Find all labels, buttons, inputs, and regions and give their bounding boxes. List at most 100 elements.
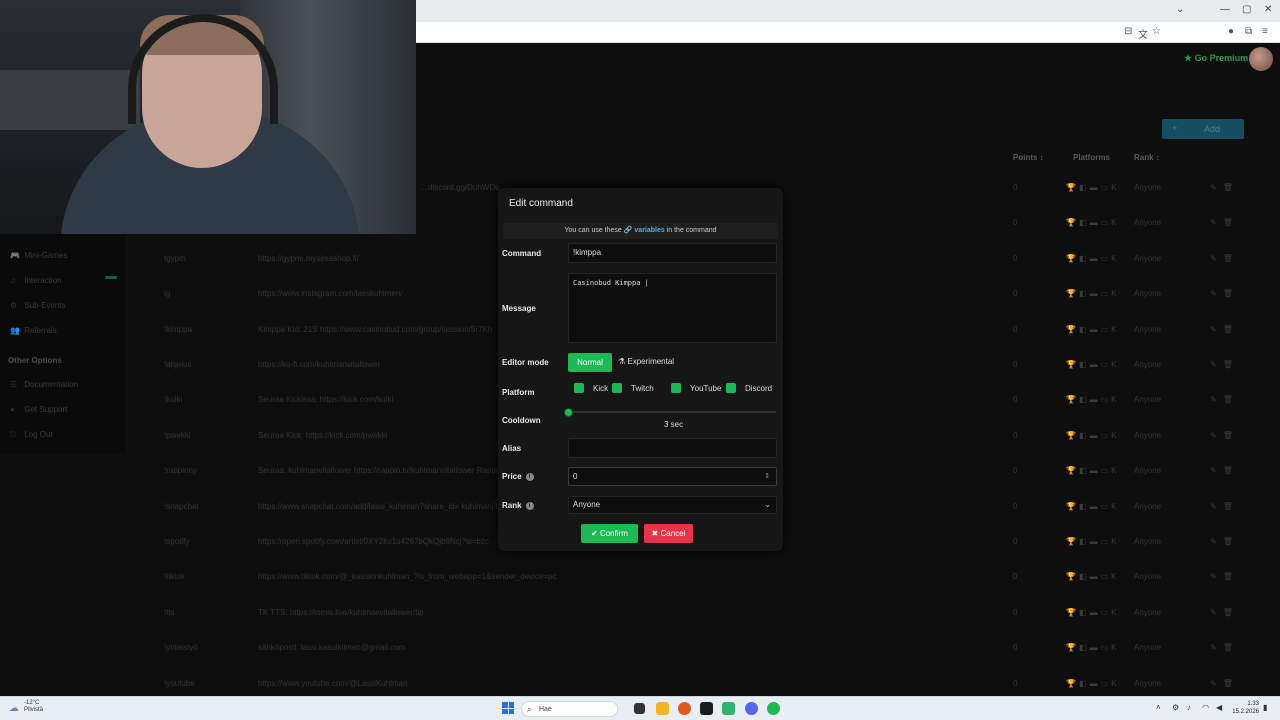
add-command-button[interactable]: + Add — [1162, 119, 1244, 139]
sidebar-item-label: Mini-Games — [24, 251, 68, 260]
cooldown-slider-thumb[interactable] — [564, 408, 573, 417]
sidebar-item-log-out[interactable]: ⎋ Log Out — [10, 430, 53, 440]
profile-icon[interactable]: ● — [1228, 26, 1234, 37]
trash-icon[interactable]: 🗑 — [1223, 325, 1239, 334]
edit-icon[interactable]: ✎ — [1210, 643, 1223, 652]
weather-widget[interactable]: -12°C Pilvistä — [24, 700, 43, 714]
mode-experimental-button[interactable]: ⚗ Experimental — [618, 357, 674, 366]
sidebar-item-interaction[interactable]: ♫ Interaction — [10, 276, 62, 285]
command-input[interactable]: !kimppa — [568, 243, 777, 263]
sidebar-item-mini-games[interactable]: 🎮 Mini-Games — [10, 251, 67, 260]
terminal-icon[interactable] — [700, 702, 713, 715]
sidebar-item-get-support[interactable]: ● Get Support — [10, 405, 67, 414]
tab-list-chevron-icon[interactable]: ⌄ — [1176, 4, 1184, 15]
platform-youtube-checkbox[interactable]: YouTube — [671, 383, 721, 393]
cancel-button[interactable]: ✖ Cancel — [644, 524, 693, 543]
edit-icon[interactable]: ✎ — [1210, 325, 1223, 334]
trash-icon[interactable]: 🗑 — [1223, 608, 1239, 617]
edit-icon[interactable]: ✎ — [1210, 466, 1223, 475]
price-input[interactable]: 0 ⇕ — [568, 467, 777, 486]
trash-icon[interactable]: 🗑 — [1223, 572, 1239, 581]
add-label: Add — [1204, 124, 1221, 134]
info-icon[interactable]: i — [525, 502, 534, 510]
trash-icon[interactable]: 🗑 — [1223, 360, 1239, 369]
row-actions: ✎🗑 — [1210, 289, 1239, 298]
edit-icon[interactable]: ✎ — [1210, 679, 1223, 688]
edit-icon[interactable]: ✎ — [1210, 183, 1223, 192]
rank-selected-value: Anyone — [573, 500, 601, 509]
header-rank[interactable]: Rank ↕ — [1134, 153, 1160, 162]
edit-icon[interactable]: ✎ — [1210, 608, 1223, 617]
trash-icon[interactable]: 🗑 — [1223, 643, 1239, 652]
price-value: 0 — [573, 472, 578, 481]
trash-icon[interactable]: 🗑 — [1223, 254, 1239, 263]
app-icon[interactable] — [722, 702, 735, 715]
confirm-button[interactable]: ✔ Confirm — [581, 524, 638, 543]
go-premium-link[interactable]: ★ Go Premium — [1184, 53, 1248, 64]
table-row[interactable]: !tts TK TTS: https://tomis.live/kuhlmanvi… — [0, 595, 1280, 630]
trash-icon[interactable]: 🗑 — [1223, 466, 1239, 475]
command-points: 0 — [1013, 395, 1018, 405]
taskbar-search[interactable]: ⌕ Hae — [521, 701, 618, 717]
row-actions: ✎🗑 — [1210, 537, 1239, 546]
sidebar-item-documentation[interactable]: ☰ Documentation — [10, 380, 78, 389]
sidebar-item-sub-events[interactable]: ⚙ Sub-Events — [10, 301, 66, 310]
info-icon[interactable]: i — [525, 473, 534, 481]
spotify-icon[interactable] — [767, 702, 780, 715]
task-view-icon[interactable] — [634, 703, 645, 714]
edit-icon[interactable]: ✎ — [1210, 289, 1223, 298]
file-explorer-icon[interactable] — [656, 702, 669, 715]
maximize-button[interactable]: ▢ — [1242, 4, 1251, 15]
header-points[interactable]: Points ↕ — [1013, 153, 1044, 162]
microphone-icon[interactable]: ♪ — [1187, 703, 1191, 712]
variables-link[interactable]: 🔗 variables — [624, 227, 665, 234]
sidebar-item-referrals[interactable]: 👥 Referrals — [10, 326, 57, 335]
trash-icon[interactable]: 🗑 — [1223, 218, 1239, 227]
firefox-icon[interactable] — [678, 702, 691, 715]
trash-icon[interactable]: 🗑 — [1223, 502, 1239, 511]
trash-icon[interactable]: 🗑 — [1223, 679, 1239, 688]
network-tray-icon[interactable]: ⚙ — [1172, 703, 1179, 712]
notification-icon[interactable]: ▮ — [1263, 703, 1267, 712]
tab-search-icon[interactable]: ⊟ — [1124, 26, 1132, 37]
edit-icon[interactable]: ✎ — [1210, 360, 1223, 369]
platform-kick-checkbox[interactable]: Kick — [574, 383, 608, 393]
minimize-button[interactable]: — — [1220, 4, 1230, 15]
edit-icon[interactable]: ✎ — [1210, 431, 1223, 440]
alias-input[interactable] — [568, 438, 777, 458]
edit-icon[interactable]: ✎ — [1210, 502, 1223, 511]
menu-icon[interactable]: ≡ — [1262, 26, 1268, 37]
volume-icon[interactable]: ◀ — [1216, 703, 1222, 712]
command-rank: Anyone — [1134, 324, 1162, 334]
chevron-up-icon[interactable]: ˄ — [1156, 703, 1161, 712]
trash-icon[interactable]: 🗑 — [1223, 183, 1239, 192]
avatar[interactable] — [1249, 47, 1273, 71]
platform-twitch-checkbox[interactable]: Twitch — [612, 383, 654, 393]
edit-icon[interactable]: ✎ — [1210, 537, 1223, 546]
table-row[interactable]: !yhteistyö sähköposti: lassi.kasulkilmen@… — [0, 630, 1280, 665]
edit-icon[interactable]: ✎ — [1210, 254, 1223, 263]
mode-normal-button[interactable]: Normal — [568, 353, 612, 372]
message-textarea[interactable]: Casinobud Kimppa | — [568, 273, 777, 343]
cooldown-slider-track[interactable] — [570, 411, 776, 413]
trash-icon[interactable]: 🗑 — [1223, 289, 1239, 298]
edit-icon[interactable]: ✎ — [1210, 218, 1223, 227]
translate-icon[interactable]: 文 — [1138, 26, 1148, 41]
table-row[interactable]: !tiktok https://www.tiktok.com/@_kasukink… — [0, 559, 1280, 594]
windows-start-icon[interactable] — [502, 702, 514, 714]
discord-icon[interactable] — [745, 702, 758, 715]
edit-icon[interactable]: ✎ — [1210, 572, 1223, 581]
edit-icon[interactable]: ✎ — [1210, 395, 1223, 404]
wifi-icon[interactable]: ◠ — [1202, 703, 1209, 712]
extensions-icon[interactable]: ⧉ — [1245, 26, 1252, 37]
star-icon[interactable]: ☆ — [1152, 26, 1161, 37]
trash-icon[interactable]: 🗑 — [1223, 395, 1239, 404]
note-prefix: You can use these — [564, 227, 622, 234]
platform-discord-checkbox[interactable]: Discord — [726, 383, 772, 393]
clock[interactable]: 1.33 15.2.2026 — [1231, 700, 1259, 716]
close-window-button[interactable]: ✕ — [1264, 4, 1272, 15]
rank-select[interactable]: Anyone ⌄ — [568, 496, 777, 514]
stepper-icon[interactable]: ⇕ — [764, 468, 770, 485]
trash-icon[interactable]: 🗑 — [1223, 537, 1239, 546]
trash-icon[interactable]: 🗑 — [1223, 431, 1239, 440]
